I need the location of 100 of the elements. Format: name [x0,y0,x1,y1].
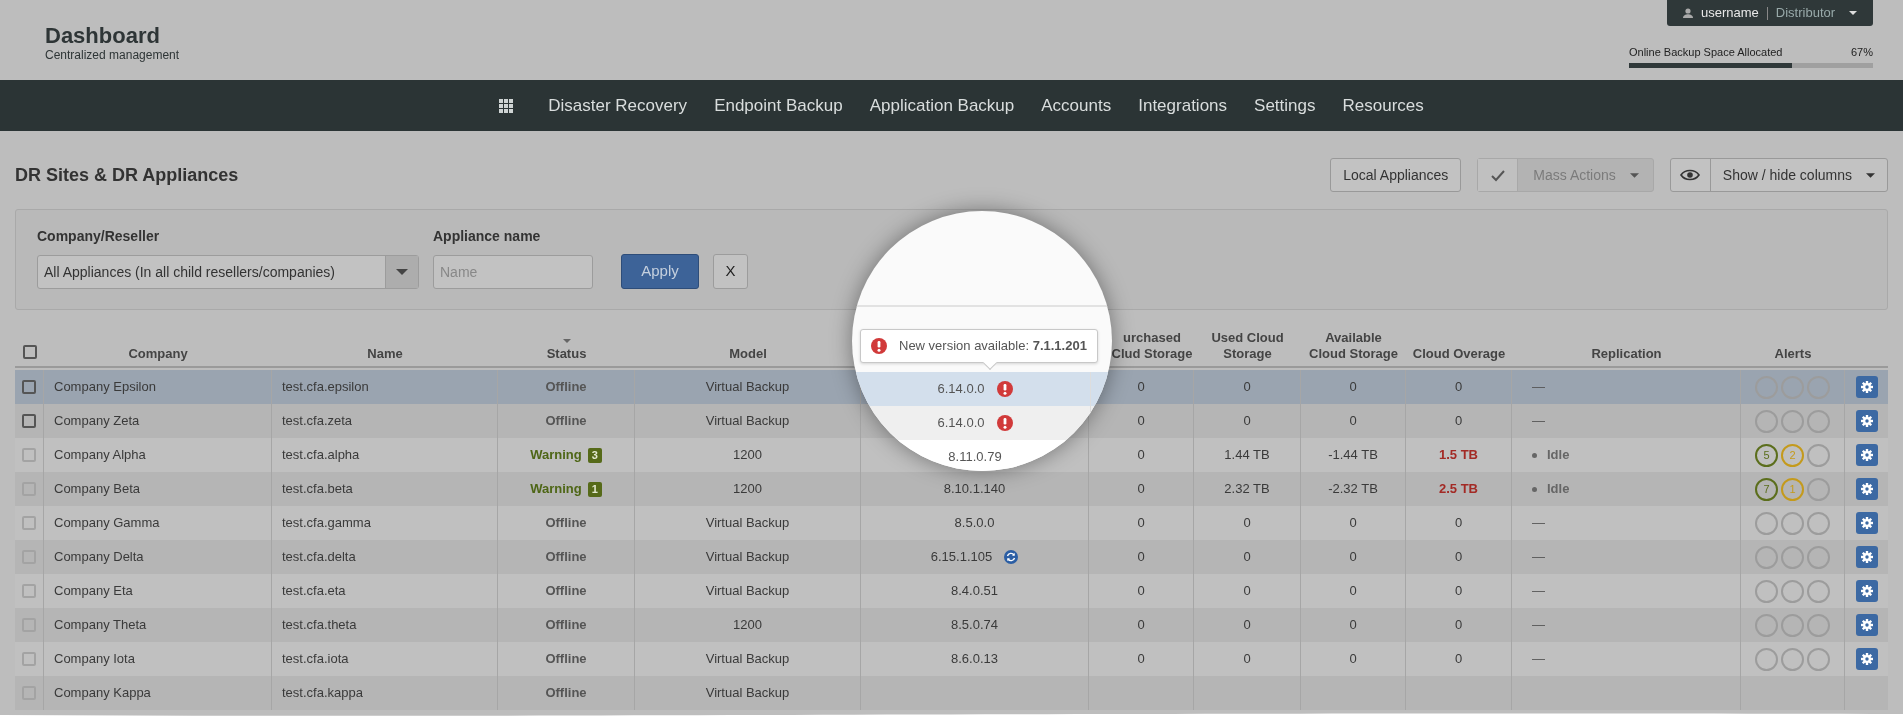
version-text: 6.14.0.0 [937,414,985,433]
table-cell-text: 6.15.1.105 [930,548,993,567]
apply-button[interactable]: Apply [621,254,699,289]
show-hide-columns-button[interactable]: Show / hide columns [1669,158,1888,192]
nav-link[interactable]: Application Backup [869,92,1015,119]
table-cell-text: 1200 [733,616,762,635]
table-cell-text: 8.5.0.74 [951,616,998,635]
row-checkbox[interactable] [22,414,36,428]
page-subtitle: Centralized management [45,48,180,62]
column-header[interactable]: Name [363,346,407,362]
table-cell-text: Company Eta [54,582,133,601]
replication-status: — [1532,650,1545,669]
table-cell-text: test.cfa.theta [282,616,357,635]
nav-link[interactable]: Settings [1254,92,1316,119]
table-cell-text: Company Zeta [54,412,140,431]
replication-status: — [1532,548,1545,567]
nav-link[interactable]: Resources [1342,92,1424,119]
gear-icon [1860,483,1873,495]
status-text: Offline [545,684,587,703]
company-select[interactable]: All Appliances (In all child resellers/companies) [37,255,419,289]
column-header[interactable]: Available Cloud Storage [1301,330,1406,362]
gear-icon [1860,449,1873,461]
caret-icon [1849,11,1857,15]
name-field[interactable]: Name [433,255,593,289]
table-cell-text: 1200 [733,446,762,465]
column-header[interactable]: Alerts [1770,346,1816,362]
table-cell-text: Virtual Backup [705,684,790,703]
settings-button[interactable] [1855,376,1878,398]
table-cell-text: 0 [1243,582,1251,601]
table-cell-text: test.cfa.alpha [282,446,360,465]
table-cell-text: 0 [1349,514,1357,533]
alert-count: 7 [1755,477,1778,501]
user-icon [1683,8,1693,18]
storage-percent: 67% [1850,45,1873,60]
clear-button[interactable]: X [713,254,748,289]
nav-link[interactable]: Endpoint Backup [714,92,843,119]
table-cell-text: Company Alpha [54,446,146,465]
table-cell-text: 0 [1454,548,1463,567]
status-text: Warning [530,446,582,465]
table-cell-text: test.cfa.eta [282,582,346,601]
table-cell-text: 0 [1137,582,1145,601]
check-icon [1490,168,1505,182]
table-cell-text: -1.44 TB [1328,446,1378,465]
column-header[interactable]: urchased Clud Storage [1110,330,1194,362]
replication-status: Idle [1547,480,1570,499]
table-cell-text: 0 [1137,616,1145,635]
table-cell-text: 0 [1454,650,1463,669]
table-cell-text: 0 [1137,548,1145,567]
table-cell-text: Company Theta [54,616,147,635]
page-title: Dashboard [45,24,161,48]
table-cell-text: 0 [1137,412,1145,431]
alert-count: 2 [1781,443,1804,467]
table-cell-text: Virtual Backup [705,582,790,601]
table-cell-text: 0 [1349,582,1357,601]
section-title: DR Sites & DR Appliances [15,163,239,187]
table-cell-text: 0 [1243,548,1251,567]
table-cell-text: 0 [1243,514,1251,533]
column-header[interactable]: Replication [1587,346,1666,362]
table-cell-text: 0 [1349,650,1357,669]
status-text: Offline [545,548,587,567]
column-header[interactable]: Used Cloud Storage [1194,330,1301,362]
status-text: Offline [545,514,587,533]
table-cell-text: Company Delta [54,548,144,567]
count-badge: 1 [587,481,602,497]
alert-icon [871,338,887,354]
gear-icon [1860,517,1873,529]
status-text: Warning [530,480,582,499]
select-all-checkbox[interactable] [22,345,37,359]
table-cell-text: 0 [1243,650,1251,669]
table-cell-text: Company Gamma [54,514,160,533]
table-cell-text: 0 [1137,446,1145,465]
replication-status: — [1532,378,1545,397]
status-text: Offline [545,582,587,601]
settings-button[interactable] [1855,410,1878,432]
table-cell-text: 0 [1349,412,1357,431]
column-header[interactable]: Cloud Overage [1408,346,1510,362]
column-header[interactable]: Status [542,346,591,362]
gear-icon [1860,551,1873,563]
table-cell-text: 0 [1454,514,1463,533]
gear-icon [1860,381,1873,393]
table-cell-text: 0 [1137,378,1145,397]
local-appliances-button[interactable]: Local Appliances [1330,158,1462,192]
caret-icon [1629,172,1639,178]
table-cell-text: 0 [1349,616,1357,635]
status-text: Offline [545,378,587,397]
apps-grid-icon[interactable] [499,98,514,113]
nav-link[interactable]: Accounts [1041,92,1112,119]
table-cell-text: test.cfa.delta [282,548,356,567]
table-cell-text: 0 [1454,582,1463,601]
row-checkbox[interactable] [22,380,36,394]
table-cell-text: Company Beta [54,480,140,499]
table-cell-text: 0 [1137,514,1145,533]
table-cell-text: 0 [1137,650,1145,669]
column-header[interactable]: Company [124,346,192,362]
nav-link[interactable]: Disaster Recovery [548,92,688,119]
user-menu-button[interactable]: username Distributor [1667,0,1873,26]
column-header[interactable]: Model [725,346,771,362]
nav-link[interactable]: Integrations [1138,92,1228,119]
table-cell-text: 0 [1454,616,1463,635]
table-cell-text: 8.6.0.13 [951,650,998,669]
